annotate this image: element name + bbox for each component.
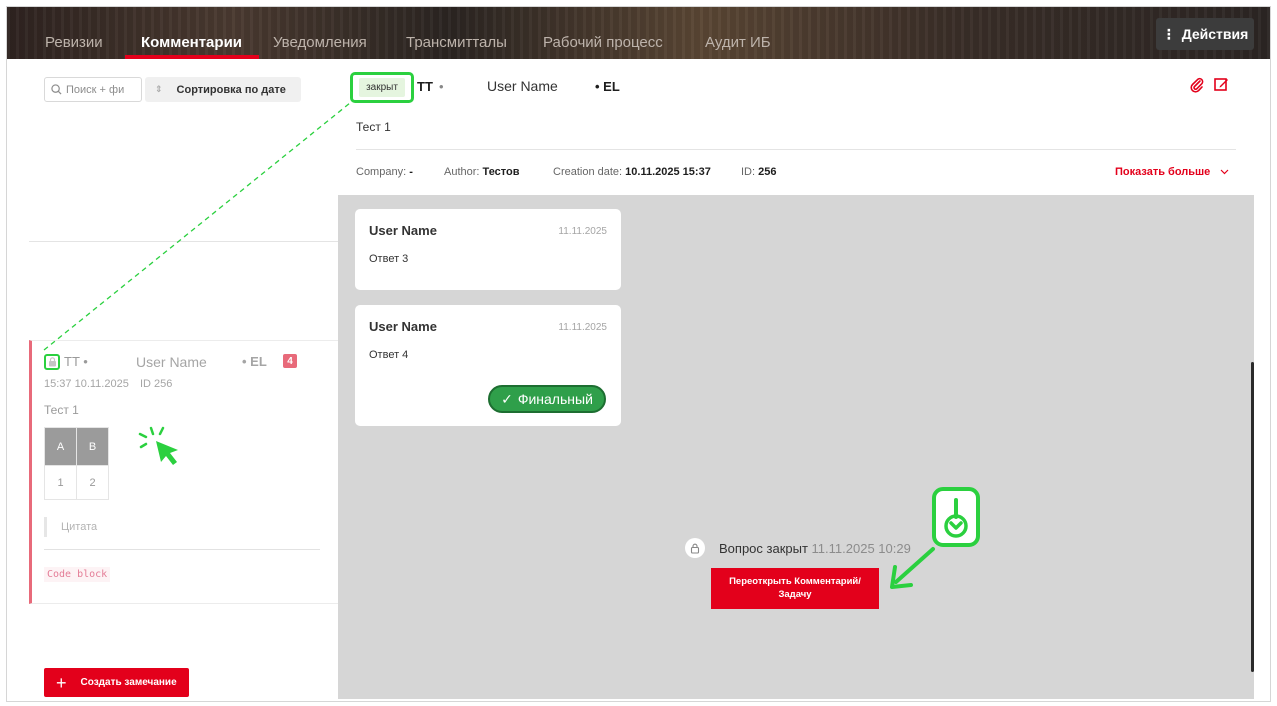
scrollbar[interactable] bbox=[1251, 362, 1254, 672]
header-separator: • bbox=[439, 79, 444, 94]
reply-user-name: User Name bbox=[369, 223, 437, 238]
card-timestamp: 15:37 10.11.2025 bbox=[44, 378, 129, 390]
reply-text: Ответ 4 bbox=[369, 349, 409, 361]
sort-icon: ⇕ bbox=[155, 84, 163, 94]
meta-created-value: 10.11.2025 15:37 bbox=[625, 166, 711, 178]
search-icon bbox=[51, 84, 62, 95]
divider bbox=[44, 549, 320, 550]
final-badge-label: Финальный bbox=[517, 391, 593, 407]
status-badge: закрыт bbox=[359, 78, 405, 97]
check-icon: ✓ bbox=[501, 390, 513, 407]
edit-icon[interactable] bbox=[1214, 77, 1229, 92]
table-cell: 2 bbox=[76, 465, 109, 500]
search-placeholder: Поиск + фи bbox=[66, 83, 125, 96]
tab-comments[interactable]: Комментарии bbox=[141, 34, 242, 51]
reply-date: 11.11.2025 bbox=[558, 322, 607, 333]
search-input[interactable]: Поиск + фи bbox=[44, 77, 142, 102]
header-tt: TT bbox=[417, 79, 433, 94]
meta-company-label: Company: bbox=[356, 166, 407, 178]
header-actions bbox=[1190, 77, 1229, 93]
meta-id-value: 256 bbox=[758, 166, 777, 178]
create-remark-label: Создать замечание bbox=[80, 677, 177, 688]
closed-status-line: Вопрос закрыт 11.11.2025 10:29 bbox=[685, 538, 911, 558]
meta-id-label: ID: bbox=[741, 166, 756, 178]
comment-text: Тест 1 bbox=[356, 120, 391, 134]
chevron-down-icon bbox=[1220, 169, 1229, 175]
header-user-name: User Name bbox=[487, 78, 558, 94]
card-code-block: Code block bbox=[44, 567, 111, 582]
tab-security-audit[interactable]: Аудит ИБ bbox=[705, 34, 771, 51]
status-highlight: закрыт bbox=[350, 72, 414, 103]
card-text: Тест 1 bbox=[44, 403, 79, 417]
reply-date: 11.11.2025 bbox=[558, 226, 607, 237]
tab-revisions[interactable]: Ревизии bbox=[45, 34, 103, 51]
closed-date: 11.11.2025 10:29 bbox=[811, 540, 911, 556]
reply-card: User Name 11.11.2025 Ответ 3 bbox=[355, 209, 621, 290]
card-id: ID 256 bbox=[140, 378, 173, 390]
reopen-button[interactable]: Переоткрыть Комментарий/ Задачу bbox=[711, 568, 879, 609]
actions-button[interactable]: ⋮ Действия bbox=[1156, 18, 1254, 50]
meta-id: ID: 256 bbox=[741, 166, 776, 178]
sort-button-label: Сортировка по дате bbox=[176, 83, 286, 96]
meta-company: Company: - bbox=[356, 166, 413, 178]
lock-icon bbox=[685, 538, 705, 558]
meta-author-value: Тестов bbox=[482, 166, 520, 178]
table-cell: 1 bbox=[44, 465, 77, 500]
reply-count-badge: 4 bbox=[283, 354, 297, 368]
tab-workflow[interactable]: Рабочий процесс bbox=[543, 34, 663, 51]
reply-user-name: User Name bbox=[369, 319, 437, 334]
create-remark-button[interactable]: + Создать замечание bbox=[44, 668, 189, 697]
meta-created-label: Creation date: bbox=[553, 166, 623, 178]
active-tab-indicator bbox=[125, 55, 259, 59]
show-more-label: Показать больше bbox=[1115, 166, 1211, 178]
sort-button[interactable]: ⇕ Сортировка по дате bbox=[145, 77, 301, 102]
table-header: A bbox=[44, 427, 77, 466]
final-badge: ✓ Финальный bbox=[488, 385, 606, 413]
show-more-button[interactable]: Показать больше bbox=[1115, 166, 1229, 178]
card-tt: TT • bbox=[64, 354, 88, 369]
app-window: Ревизии Комментарии Уведомления Трансмит… bbox=[6, 6, 1271, 702]
card-user-name: User Name bbox=[136, 354, 207, 370]
comment-list-item[interactable]: TT • User Name • EL 4 15:37 10.11.2025 I… bbox=[29, 340, 339, 604]
divider bbox=[29, 241, 339, 242]
card-table: A B 1 2 bbox=[44, 427, 109, 500]
top-nav-bar: Ревизии Комментарии Уведомления Трансмит… bbox=[7, 7, 1270, 59]
lock-icon bbox=[44, 354, 60, 370]
kebab-icon: ⋮ bbox=[1161, 25, 1176, 42]
meta-author: Author: Тестов bbox=[444, 166, 520, 178]
closed-label: Вопрос закрыт bbox=[719, 540, 808, 556]
card-quote: Цитата bbox=[44, 517, 97, 537]
table-header: B bbox=[76, 427, 109, 466]
header-el: • EL bbox=[595, 79, 620, 94]
tab-transmittals[interactable]: Трансмитталы bbox=[406, 34, 507, 51]
meta-company-value: - bbox=[409, 166, 413, 178]
actions-button-label: Действия bbox=[1181, 26, 1249, 42]
divider bbox=[356, 149, 1236, 150]
paperclip-icon[interactable] bbox=[1190, 77, 1204, 93]
meta-creation-date: Creation date: 10.11.2025 15:37 bbox=[553, 166, 711, 178]
reply-card: User Name 11.11.2025 Ответ 4 ✓ Финальный bbox=[355, 305, 621, 426]
tab-notifications[interactable]: Уведомления bbox=[273, 34, 367, 51]
reply-text: Ответ 3 bbox=[369, 253, 409, 265]
card-el: • EL bbox=[242, 354, 267, 369]
plus-icon: + bbox=[56, 672, 67, 693]
meta-author-label: Author: bbox=[444, 166, 480, 178]
